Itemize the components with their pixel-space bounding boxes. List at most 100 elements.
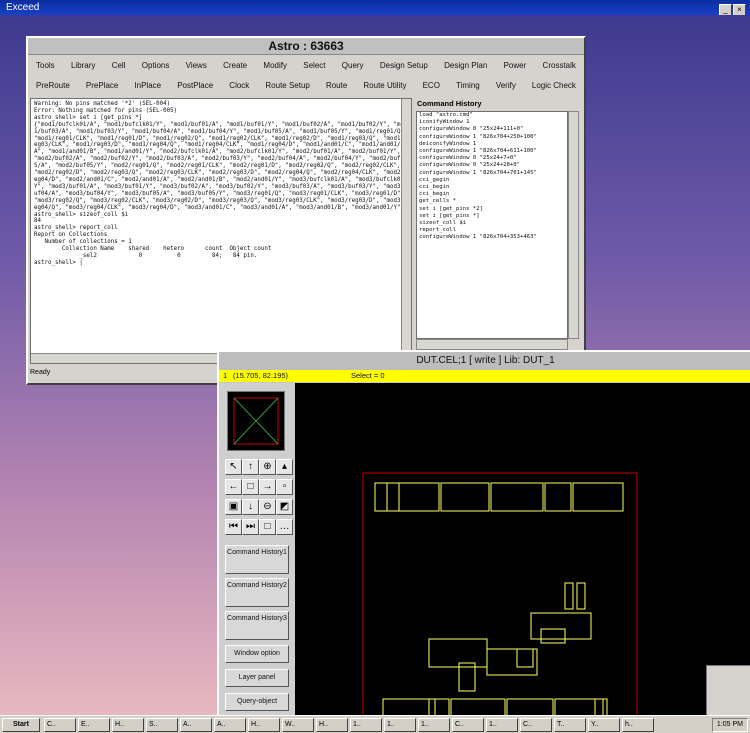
- history-item[interactable]: configureWindow 0 "25x24+111+0": [417, 126, 567, 133]
- taskbar-item[interactable]: S..: [146, 718, 178, 732]
- cursor-coordinates: (15.705, 82.195): [233, 371, 289, 380]
- taskbar-item[interactable]: T..: [554, 718, 586, 732]
- menu-query[interactable]: Query: [342, 61, 364, 70]
- menu-options[interactable]: Options: [142, 61, 170, 70]
- history-item[interactable]: configureWindow 1 "826x704+250+100": [417, 134, 567, 141]
- taskbar-item[interactable]: 1..: [350, 718, 382, 732]
- history-item[interactable]: sizeof_coll $i: [417, 220, 567, 227]
- menu-cell[interactable]: Cell: [112, 61, 126, 70]
- zoom-in-icon[interactable]: ⊕: [259, 459, 276, 475]
- more-icon[interactable]: …: [276, 519, 293, 535]
- history-item[interactable]: set i [get_pins *2]: [417, 206, 567, 213]
- layout-canvas[interactable]: [295, 383, 750, 728]
- history-item[interactable]: cci_gegin: [417, 177, 567, 184]
- taskbar-item[interactable]: H..: [112, 718, 144, 732]
- taskbar-item[interactable]: A..: [214, 718, 246, 732]
- command-history3-button[interactable]: Command History3: [225, 611, 289, 640]
- zoom-box-icon[interactable]: ▣: [225, 499, 242, 515]
- rewind-icon[interactable]: ⏮: [225, 519, 242, 535]
- taskbar-item[interactable]: H..: [248, 718, 280, 732]
- taskbar-item[interactable]: C..: [520, 718, 552, 732]
- taskbar-item[interactable]: C..: [44, 718, 76, 732]
- history-item[interactable]: iconifyWindow 1: [417, 119, 567, 126]
- taskbar-item[interactable]: C..: [452, 718, 484, 732]
- history-item[interactable]: configureWindow 1 "826x704+353+463": [417, 234, 567, 241]
- menu-crosstalk[interactable]: Crosstalk: [543, 61, 576, 70]
- select-tool-icon[interactable]: ↖: [225, 459, 242, 475]
- menu-logic-check[interactable]: Logic Check: [532, 81, 576, 90]
- arrow-left-icon[interactable]: ←: [225, 479, 242, 495]
- menu-clock[interactable]: Clock: [229, 81, 249, 90]
- console-vertical-scrollbar[interactable]: [401, 99, 411, 353]
- menu-eco[interactable]: ECO: [423, 81, 440, 90]
- menu-route[interactable]: Route: [326, 81, 347, 90]
- history-item[interactable]: deiconifyWindow 1: [417, 141, 567, 148]
- menu-preroute[interactable]: PreRoute: [36, 81, 70, 90]
- close-icon[interactable]: 1: [223, 370, 227, 382]
- menu-select[interactable]: Select: [303, 61, 325, 70]
- taskbar-item[interactable]: 1..: [418, 718, 450, 732]
- history-item[interactable]: get_cells *: [417, 198, 567, 205]
- history-list[interactable]: load "astro.cmd" iconifyWindow 1 configure…: [416, 111, 568, 339]
- menu-postplace[interactable]: PostPlace: [177, 81, 213, 90]
- taskbar-item[interactable]: H..: [316, 718, 348, 732]
- menu-route-setup[interactable]: Route Setup: [265, 81, 309, 90]
- layout-drawing: [362, 472, 638, 728]
- history-vertical-scrollbar[interactable]: [568, 111, 579, 339]
- taskbar-item[interactable]: h..: [622, 718, 654, 732]
- shell-console[interactable]: Warning: No pins matched '*2' (SEL-004) …: [30, 98, 412, 364]
- window-option-button[interactable]: Window option: [225, 645, 289, 663]
- layer-panel-button[interactable]: Layer panel: [225, 669, 289, 687]
- arrow-down-icon[interactable]: ↓: [242, 499, 259, 515]
- taskbar-item[interactable]: 1..: [384, 718, 416, 732]
- taskbar-item[interactable]: A..: [180, 718, 212, 732]
- history-item[interactable]: set i [get_pins *]: [417, 213, 567, 220]
- taskbar-item[interactable]: W..: [282, 718, 314, 732]
- pan-up-icon[interactable]: ▴: [276, 459, 293, 475]
- start-button[interactable]: Start: [2, 718, 40, 732]
- history-item[interactable]: configureWindow 0 "25x24+28+0": [417, 162, 567, 169]
- zoom-area-icon[interactable]: ▫: [276, 479, 293, 495]
- history-item[interactable]: configureWindow 0 "25x24+7+0": [417, 155, 567, 162]
- arrow-right-icon[interactable]: →: [259, 479, 276, 495]
- menu-design-setup[interactable]: Design Setup: [380, 61, 428, 70]
- taskbar-item[interactable]: E..: [78, 718, 110, 732]
- history-horizontal-scrollbar[interactable]: [416, 339, 568, 350]
- taskbar-item[interactable]: 1..: [486, 718, 518, 732]
- command-history1-button[interactable]: Command History1: [225, 545, 289, 574]
- history-label: Command History: [417, 99, 482, 108]
- taskbar: Start C.. E.. H.. S.. A.. A.. H.. W.. H.. 1.. 1.. 1…: [0, 715, 750, 733]
- menu-views[interactable]: Views: [186, 61, 207, 70]
- menu-route-utility[interactable]: Route Utility: [363, 81, 406, 90]
- history-item[interactable]: load "astro.cmd": [417, 112, 567, 119]
- history-item[interactable]: cci_begin: [417, 191, 567, 198]
- dut-layout-window: DUT.CEL;1 [ write ] Lib: DUT_1 1 (15.705…: [217, 350, 750, 728]
- history-item[interactable]: report_coll: [417, 227, 567, 234]
- taskbar-item[interactable]: Y..: [588, 718, 620, 732]
- menu-tools[interactable]: Tools: [36, 61, 55, 70]
- forward-icon[interactable]: ⏭: [242, 519, 259, 535]
- cell-cluster: [530, 612, 592, 640]
- fit-view-icon[interactable]: □: [242, 479, 259, 495]
- menu-inplace[interactable]: InPlace: [134, 81, 161, 90]
- menu-create[interactable]: Create: [223, 61, 247, 70]
- astro-window: Astro : 63663 Tools Library Cell Options Vie…: [26, 36, 586, 385]
- console-text: Warning: No pins matched '*2' (SEL-004) …: [34, 101, 408, 266]
- blank-view-icon[interactable]: □: [259, 519, 276, 535]
- menu-library[interactable]: Library: [71, 61, 95, 70]
- menu-design-plan[interactable]: Design Plan: [444, 61, 487, 70]
- menu-power[interactable]: Power: [504, 61, 527, 70]
- overview-map[interactable]: [227, 391, 285, 451]
- menu-preplace[interactable]: PrePlace: [86, 81, 118, 90]
- measure-icon[interactable]: ◩: [276, 499, 293, 515]
- menu-modify[interactable]: Modify: [263, 61, 287, 70]
- command-history2-button[interactable]: Command History2: [225, 578, 289, 607]
- menu-verify[interactable]: Verify: [496, 81, 516, 90]
- history-item[interactable]: configureWindow 1 "826x704+611+100": [417, 148, 567, 155]
- history-item[interactable]: cci_begin: [417, 184, 567, 191]
- query-object-button[interactable]: Query-object: [225, 693, 289, 711]
- menu-timing[interactable]: Timing: [456, 81, 480, 90]
- arrow-up-icon[interactable]: ↑: [242, 459, 259, 475]
- history-item[interactable]: configureWindow 1 "826x704+701+145": [417, 170, 567, 177]
- zoom-out-icon[interactable]: ⊖: [259, 499, 276, 515]
